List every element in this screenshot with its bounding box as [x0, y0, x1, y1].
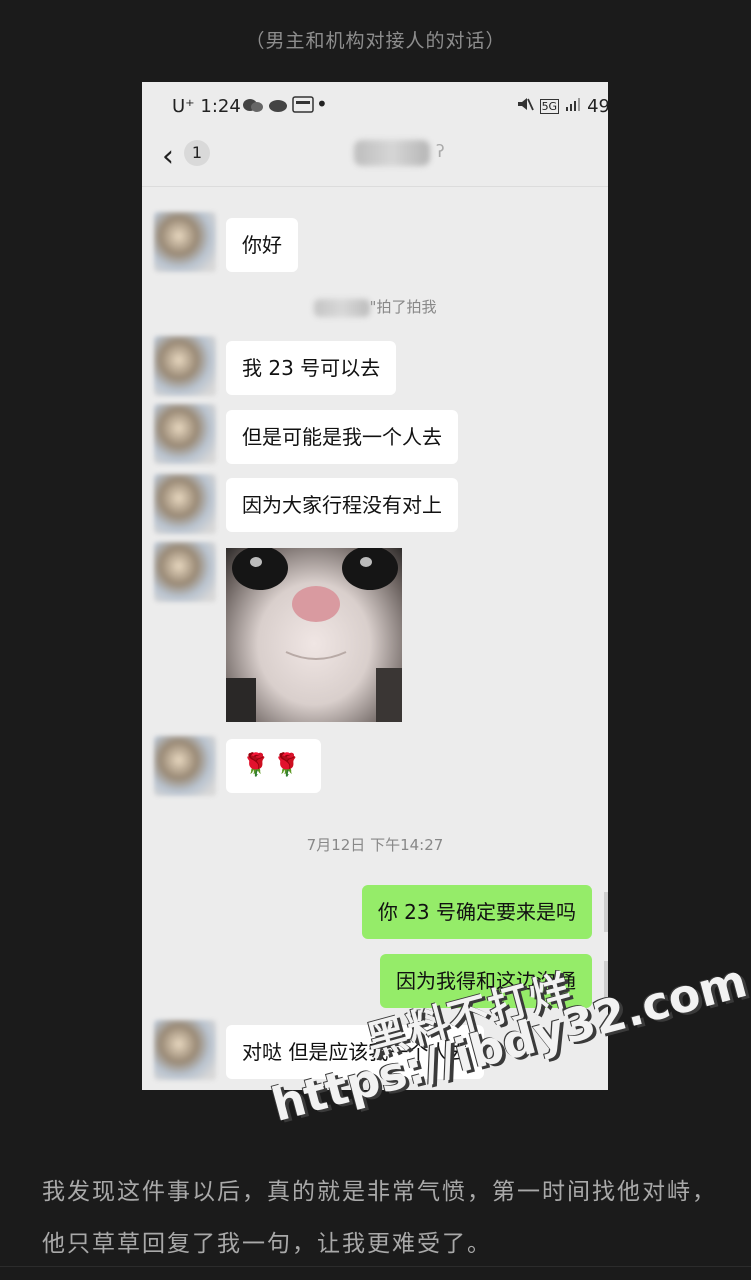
message-bubble[interactable]: 你好 — [226, 218, 298, 272]
status-bar: U⁺ 1:24 • 5G 49 — [142, 82, 608, 132]
timestamp: 7月12日 下午14:27 — [306, 836, 444, 854]
carrier-time: U⁺ 1:24 — [172, 96, 241, 117]
message-bubble[interactable]: 我 23 号可以去 — [226, 341, 397, 395]
my-message-bubble[interactable]: 你 23 号确定要来是吗 — [361, 885, 592, 939]
contact-avatar[interactable] — [154, 212, 216, 272]
battery-level: 49 — [587, 96, 608, 117]
system-message: "拍了拍我 — [142, 296, 608, 317]
mute-icon — [516, 96, 534, 117]
contact-name-blurred — [354, 140, 430, 166]
cat-photo-message[interactable] — [226, 548, 402, 722]
app-icon — [292, 96, 314, 119]
notification-icons — [242, 96, 314, 119]
pat-text: "拍了拍我 — [369, 298, 437, 316]
emoji-message-bubble[interactable]: 🌹🌹 — [226, 739, 321, 793]
unread-count-badge[interactable]: 1 — [184, 140, 210, 166]
chat-screenshot: U⁺ 1:24 • 5G 49 ‹ 1 ʔ 你好 "拍了拍我 我 23 号可以去… — [142, 82, 608, 1090]
wechat-icon — [242, 97, 264, 118]
contact-avatar[interactable] — [154, 736, 216, 796]
network-5g-label: 5G — [539, 99, 560, 114]
contact-avatar[interactable] — [154, 474, 216, 534]
contact-avatar[interactable] — [154, 542, 216, 602]
earpiece-mode-icon: ʔ — [436, 142, 445, 162]
more-notifications-dot: • — [316, 92, 328, 116]
contact-avatar[interactable] — [154, 404, 216, 464]
image-caption: （男主和机构对接人的对话） — [245, 30, 506, 52]
system-icons: 5G 49 — [516, 96, 608, 117]
article-paragraph: 我发现这件事以后，真的就是非常气愤，第一时间找他对峙，他只草草回复了我一句，让我… — [42, 1179, 717, 1257]
cat-face-icon — [226, 548, 402, 722]
contact-avatar[interactable] — [154, 336, 216, 396]
divider — [0, 1266, 751, 1267]
contact-avatar[interactable] — [154, 1020, 216, 1080]
blurred-name — [313, 298, 370, 317]
cloud-icon — [268, 97, 288, 118]
back-icon[interactable]: ‹ — [162, 142, 174, 172]
message-bubble[interactable]: 因为大家行程没有对上 — [226, 478, 458, 532]
message-bubble[interactable]: 但是可能是我一个人去 — [226, 410, 458, 464]
signal-icon — [565, 96, 581, 117]
